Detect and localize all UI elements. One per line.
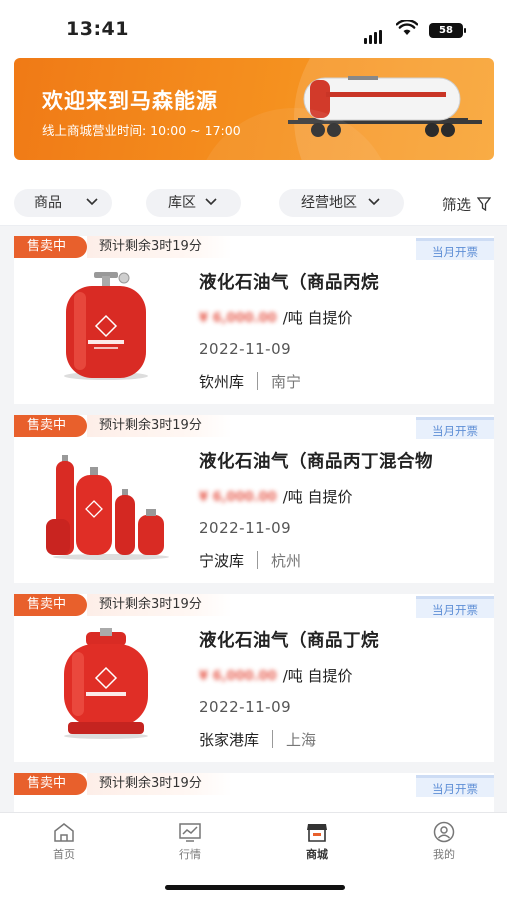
price-value: ¥ 6,000.00 — [199, 311, 277, 326]
home-indicator — [165, 885, 345, 890]
status-badge: 售卖中 — [14, 415, 87, 437]
filter-bar: 商品 库区 经营地区 筛选 — [0, 180, 507, 226]
product-card[interactable]: 售卖中 预计剩余3时19分 当月开票 液化石油气（商品丁烷 ¥ 6,000.00… — [14, 594, 494, 762]
status-badge: 售卖中 — [14, 236, 87, 258]
price-row: ¥ 6,000.00/吨 自提价 — [199, 486, 353, 507]
tab-store[interactable]: 商城 — [277, 821, 357, 862]
filter-button[interactable]: 筛选 — [442, 194, 491, 215]
product-name: 液化石油气（商品丙丁混合物 — [199, 452, 433, 472]
countdown-label: 预计剩余3时19分 — [87, 773, 232, 795]
funnel-icon — [477, 197, 491, 211]
warehouse-name: 张家港库 — [199, 731, 260, 749]
location-row: 宁波库 杭州 — [199, 550, 301, 571]
city-name: 上海 — [286, 731, 317, 749]
countdown-label: 预计剩余3时19分 — [87, 236, 232, 258]
price-value: ¥ 6,000.00 — [199, 669, 277, 684]
warehouse-filter-dropdown[interactable]: 库区 — [146, 189, 241, 217]
profile-icon — [433, 821, 455, 843]
propane-cylinder-icon — [64, 272, 148, 380]
product-filter-label: 商品 — [34, 195, 62, 211]
invoice-tag: 当月开票 — [416, 238, 494, 260]
city-name: 杭州 — [271, 552, 302, 570]
divider — [272, 730, 274, 748]
city-name: 南宁 — [271, 373, 302, 391]
product-date: 2022-11-09 — [199, 340, 292, 358]
filter-label: 筛选 — [442, 198, 471, 214]
countdown-label: 预计剩余3时19分 — [87, 415, 232, 437]
tab-market-label: 行情 — [179, 848, 201, 861]
tank-wagon-icon — [288, 76, 482, 137]
gas-cylinders-group-icon — [46, 455, 169, 560]
product-name: 液化石油气（商品丁烷 — [199, 631, 379, 651]
region-filter-dropdown[interactable]: 经营地区 — [279, 189, 404, 217]
price-row: ¥ 6,000.00/吨 自提价 — [199, 307, 353, 328]
tab-home[interactable]: 首页 — [24, 821, 104, 862]
tab-profile[interactable]: 我的 — [404, 821, 484, 862]
divider — [257, 551, 259, 569]
banner-subtitle: 线上商城营业时间: 10:00 ~ 17:00 — [42, 123, 241, 138]
store-icon — [307, 824, 327, 842]
tab-home-label: 首页 — [53, 848, 75, 861]
price-unit: /吨 自提价 — [282, 667, 353, 685]
wifi-icon — [396, 20, 418, 35]
market-chart-icon — [179, 823, 201, 842]
price-unit: /吨 自提价 — [282, 309, 353, 327]
status-time: 13:41 — [66, 18, 129, 40]
divider — [257, 372, 259, 390]
status-bar: 13:41 58 — [0, 0, 507, 50]
lpg-tank-icon — [64, 628, 148, 739]
chevron-down-icon — [368, 198, 380, 206]
banner-title: 欢迎来到马森能源 — [42, 89, 218, 113]
countdown-label: 预计剩余3时19分 — [87, 594, 232, 616]
warehouse-name: 钦州库 — [199, 373, 245, 391]
product-name: 液化石油气（商品丙烷 — [199, 273, 379, 293]
status-badge: 售卖中 — [14, 594, 87, 616]
price-unit: /吨 自提价 — [282, 488, 353, 506]
battery-icon: 58 — [429, 23, 466, 38]
price-row: ¥ 6,000.00/吨 自提价 — [199, 665, 353, 686]
status-badge: 售卖中 — [14, 773, 87, 795]
product-card[interactable]: 售卖中 预计剩余3时19分 当月开票 液化石油气（商品丙丁混合物 ¥ 6,000… — [14, 415, 494, 583]
product-date: 2022-11-09 — [199, 519, 292, 537]
product-filter-dropdown[interactable]: 商品 — [14, 189, 112, 217]
invoice-tag: 当月开票 — [416, 775, 494, 797]
signal-icon — [364, 25, 384, 44]
warehouse-name: 宁波库 — [199, 552, 245, 570]
chevron-down-icon — [86, 198, 98, 206]
invoice-tag: 当月开票 — [416, 417, 494, 439]
product-date: 2022-11-09 — [199, 698, 292, 716]
region-filter-label: 经营地区 — [301, 195, 357, 211]
product-card[interactable]: 售卖中 预计剩余3时19分 当月开票 液化石油气（商品丙烷 ¥ 6,000.00… — [14, 236, 494, 404]
chevron-down-icon — [205, 198, 217, 206]
welcome-banner[interactable]: 欢迎来到马森能源 线上商城营业时间: 10:00 ~ 17:00 — [14, 58, 494, 160]
location-row: 钦州库 南宁 — [199, 371, 301, 392]
invoice-tag: 当月开票 — [416, 596, 494, 618]
tab-store-label: 商城 — [306, 848, 328, 861]
product-card[interactable]: 售卖中 预计剩余3时19分 当月开票 — [14, 773, 494, 813]
home-icon — [54, 823, 74, 842]
price-value: ¥ 6,000.00 — [199, 490, 277, 505]
warehouse-filter-label: 库区 — [168, 195, 196, 211]
tab-profile-label: 我的 — [433, 848, 455, 861]
location-row: 张家港库 上海 — [199, 729, 316, 750]
tab-market[interactable]: 行情 — [150, 821, 230, 862]
